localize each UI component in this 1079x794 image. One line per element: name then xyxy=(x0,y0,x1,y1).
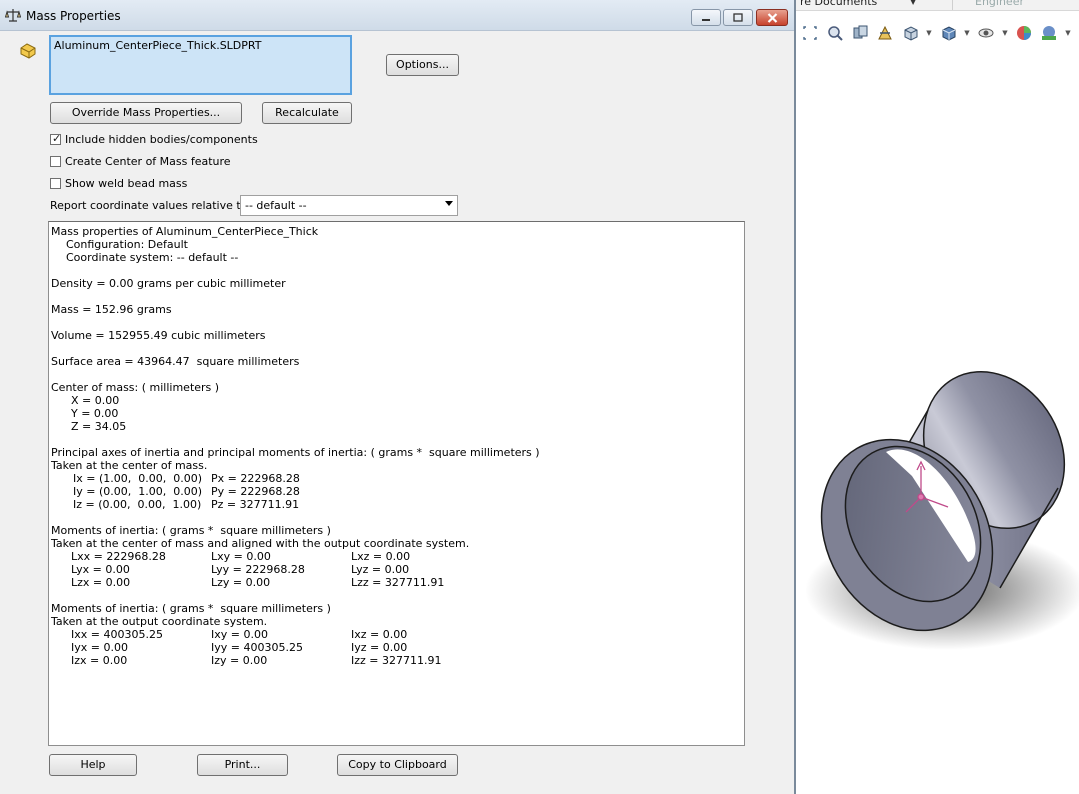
moments-output-header: Moments of inertia: ( grams * square mil… xyxy=(51,602,331,615)
include-hidden-bodies-label: Include hidden bodies/components xyxy=(65,132,258,146)
minimize-button[interactable] xyxy=(691,9,721,26)
selected-items-list[interactable]: Aluminum_CenterPiece_Thick.SLDPRT xyxy=(49,35,352,95)
coordinate-system-dropdown[interactable]: -- default -- xyxy=(240,195,458,216)
window-title: Mass Properties xyxy=(26,9,121,23)
close-button[interactable] xyxy=(756,9,788,26)
maximize-button[interactable] xyxy=(723,9,753,26)
center-of-mass-z: Z = 34.05 xyxy=(71,420,127,433)
center-of-mass-header: Center of mass: ( millimeters ) xyxy=(51,381,220,394)
balance-scale-icon xyxy=(5,9,21,22)
view-orientation-icon[interactable] xyxy=(900,23,920,43)
moment-value: Lxz = 0.00 xyxy=(351,550,411,563)
include-hidden-bodies-option[interactable]: ✓ Include hidden bodies/components xyxy=(50,132,258,146)
help-button[interactable]: Help xyxy=(49,754,137,776)
results-coordinate-system: Coordinate system: -- default -- xyxy=(66,251,239,264)
report-coordinate-label: Report coordinate values relative to: xyxy=(50,199,252,212)
principal-moment-py: Py = 222968.28 xyxy=(211,485,300,498)
mass-properties-results[interactable]: Mass properties of Aluminum_CenterPiece_… xyxy=(48,221,745,746)
close-icon xyxy=(767,12,777,23)
background-top-bar: re Documents ▼ Engineer xyxy=(790,0,1079,11)
documents-label[interactable]: re Documents xyxy=(800,0,877,8)
recalculate-button[interactable]: Recalculate xyxy=(262,102,352,124)
print-button[interactable]: Print... xyxy=(197,754,288,776)
moment-value: Lyz = 0.00 xyxy=(351,563,410,576)
moment-value: Lxy = 0.00 xyxy=(211,550,271,563)
hide-show-items-icon[interactable] xyxy=(976,23,996,43)
principal-axes-header: Principal axes of inertia and principal … xyxy=(51,446,540,459)
principal-moment-pz: Pz = 327711.91 xyxy=(211,498,300,511)
moment-value: Lxx = 222968.28 xyxy=(71,550,166,563)
principal-moment-px: Px = 222968.28 xyxy=(211,472,300,485)
moment-value: Ixx = 400305.25 xyxy=(71,628,163,641)
create-center-of-mass-option[interactable]: Create Center of Mass feature xyxy=(50,154,231,168)
title-bar[interactable]: Mass Properties xyxy=(0,0,794,31)
show-weld-bead-mass-option[interactable]: Show weld bead mass xyxy=(50,176,187,190)
coordinate-system-value: -- default -- xyxy=(245,199,307,212)
moment-value: Iyz = 0.00 xyxy=(351,641,408,654)
moment-value: Izx = 0.00 xyxy=(71,654,128,667)
moments-center-taken-at: Taken at the center of mass and aligned … xyxy=(51,537,470,550)
chevron-down-icon[interactable] xyxy=(445,201,453,206)
chevron-down-icon[interactable]: ▼ xyxy=(910,0,916,6)
section-view-icon[interactable] xyxy=(875,23,895,43)
moment-value: Iyx = 0.00 xyxy=(71,641,128,654)
results-density: Density = 0.00 grams per cubic millimete… xyxy=(51,277,286,290)
create-center-of-mass-checkbox[interactable] xyxy=(50,155,61,167)
zoom-area-icon[interactable] xyxy=(825,23,845,43)
maximize-icon xyxy=(733,13,743,22)
mass-properties-dialog: Mass Properties Aluminum_CenterPiece_Thi… xyxy=(0,0,796,794)
show-weld-bead-mass-label: Show weld bead mass xyxy=(65,176,188,190)
create-center-of-mass-label: Create Center of Mass feature xyxy=(65,154,231,168)
chevron-down-icon[interactable]: ▼ xyxy=(1001,29,1009,37)
edit-appearance-icon[interactable] xyxy=(1014,23,1034,43)
heads-up-toolbar: ▼ ▼ ▼ ▼ xyxy=(800,20,1079,46)
select-part-icon xyxy=(20,43,36,59)
principal-axis-iz: Iz = (0.00, 0.00, 1.00) xyxy=(73,498,202,511)
moments-output-taken-at: Taken at the output coordinate system. xyxy=(51,615,268,628)
moment-value: Ixy = 0.00 xyxy=(211,628,268,641)
results-volume: Volume = 152955.49 cubic millimeters xyxy=(51,329,266,342)
principal-axes-taken-at: Taken at the center of mass. xyxy=(51,459,208,472)
previous-view-icon[interactable] xyxy=(850,23,870,43)
chevron-down-icon[interactable]: ▼ xyxy=(925,29,933,37)
override-mass-properties-button[interactable]: Override Mass Properties... xyxy=(50,102,242,124)
user-label: Engineer xyxy=(975,0,1024,8)
display-style-icon[interactable] xyxy=(938,23,958,43)
part-model-view[interactable] xyxy=(790,52,1079,794)
minimize-icon xyxy=(702,18,710,21)
moment-value: Lyx = 0.00 xyxy=(71,563,130,576)
results-surface-area: Surface area = 43964.47 square millimete… xyxy=(51,355,300,368)
results-header: Mass properties of Aluminum_CenterPiece_… xyxy=(51,225,319,238)
selected-part-item[interactable]: Aluminum_CenterPiece_Thick.SLDPRT xyxy=(54,39,347,52)
divider xyxy=(952,0,953,10)
moment-value: Izy = 0.00 xyxy=(211,654,268,667)
results-configuration: Configuration: Default xyxy=(66,238,188,251)
moment-value: Lzx = 0.00 xyxy=(71,576,131,589)
principal-axis-iy: Iy = (0.00, 1.00, 0.00) xyxy=(73,485,203,498)
moment-value: Lzz = 327711.91 xyxy=(351,576,445,589)
results-mass: Mass = 152.96 grams xyxy=(51,303,172,316)
principal-axis-ix: Ix = (1.00, 0.00, 0.00) xyxy=(73,472,203,485)
moment-value: Izz = 327711.91 xyxy=(351,654,442,667)
graphics-area: re Documents ▼ Engineer ▼ ▼ ▼ ▼ xyxy=(790,0,1079,794)
moment-value: Ixz = 0.00 xyxy=(351,628,408,641)
copy-to-clipboard-button[interactable]: Copy to Clipboard xyxy=(337,754,458,776)
moment-value: Iyy = 400305.25 xyxy=(211,641,303,654)
center-of-mass-x: X = 0.00 xyxy=(71,394,120,407)
moment-value: Lzy = 0.00 xyxy=(211,576,271,589)
chevron-down-icon[interactable]: ▼ xyxy=(1064,29,1072,37)
apply-scene-icon[interactable] xyxy=(1039,23,1059,43)
show-weld-bead-mass-checkbox[interactable] xyxy=(50,177,61,189)
moment-value: Lyy = 222968.28 xyxy=(211,563,305,576)
include-hidden-bodies-checkbox[interactable]: ✓ xyxy=(50,131,62,145)
zoom-to-fit-icon[interactable] xyxy=(800,23,820,43)
checkmark-icon: ✓ xyxy=(52,131,62,145)
center-of-mass-y: Y = 0.00 xyxy=(71,407,119,420)
options-button[interactable]: Options... xyxy=(386,54,459,76)
chevron-down-icon[interactable]: ▼ xyxy=(963,29,971,37)
moments-center-header: Moments of inertia: ( grams * square mil… xyxy=(51,524,331,537)
